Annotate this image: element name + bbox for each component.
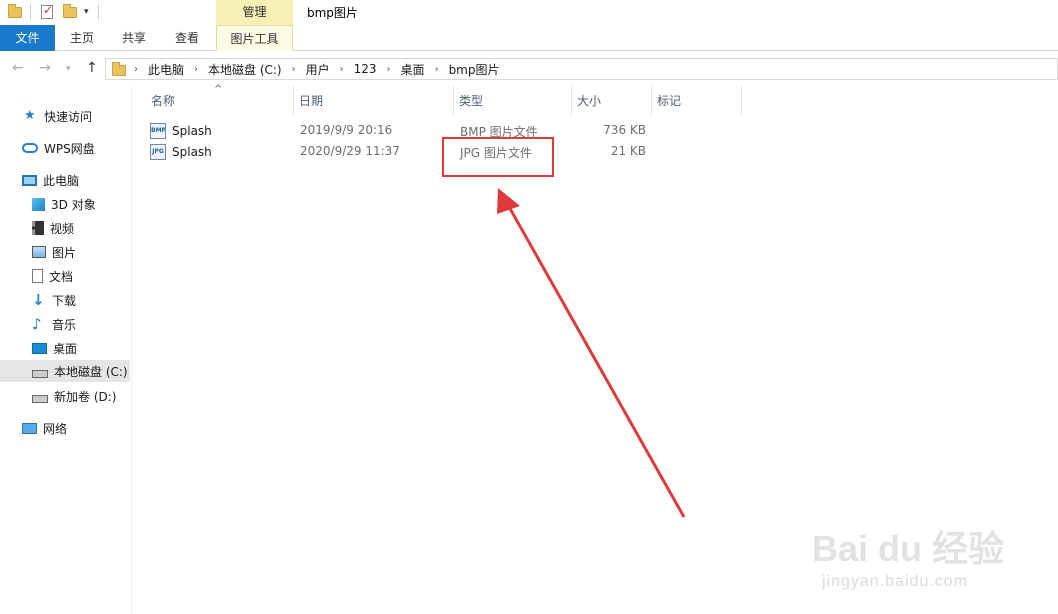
arrow-shaft: [506, 204, 686, 518]
arrow-head: [497, 188, 520, 214]
watermark-logo: Bai du 经验: [812, 528, 1005, 569]
watermark-url: jingyan.baidu.com: [822, 573, 968, 590]
